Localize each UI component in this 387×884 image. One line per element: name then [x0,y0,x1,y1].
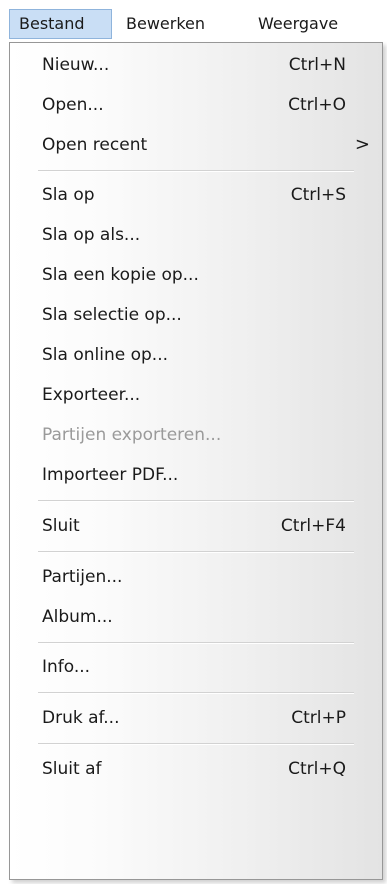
menu-item-import-pdf[interactable]: Importeer PDF... [10,455,382,495]
menu-separator [38,551,354,553]
menu-item-save-online[interactable]: Sla online op... [10,335,382,375]
menu-item-export-games: Partijen exporteren... [10,415,382,455]
menu-item-label: Exporteer... [42,385,141,405]
menu-item-save-selection[interactable]: Sla selectie op... [10,295,382,335]
menubar-bestand[interactable]: Bestand [9,9,112,39]
menu-item-label: Sluit [42,516,80,536]
menu-item-save-copy[interactable]: Sla een kopie op... [10,255,382,295]
menubar-bestand-label: Bestand [19,14,85,33]
menu-item-info[interactable]: Info... [10,647,382,687]
menu-separator [38,642,354,644]
menu-bar: Bestand Bewerken Weergave [0,0,387,42]
menu-item-label: Sla op als... [42,225,141,245]
menu-item-shortcut: Ctrl+S [290,185,346,205]
menubar-bewerken[interactable]: Bewerken [126,9,246,39]
menu-item-new[interactable]: Nieuw... Ctrl+N [10,45,382,85]
menu-item-label: Sluit af [42,759,102,779]
menu-item-shortcut: Ctrl+O [288,95,346,115]
menu-item-label: Sla selectie op... [42,305,182,325]
menubar-bewerken-label: Bewerken [126,14,206,33]
menu-item-label: Sla online op... [42,345,168,365]
menu-item-open-recent[interactable]: Open recent > [10,125,382,165]
menu-item-label: Open recent [42,135,148,155]
menu-item-open[interactable]: Open... Ctrl+O [10,85,382,125]
menu-item-label: Importeer PDF... [42,465,179,485]
menubar-weergave[interactable]: Weergave [258,9,387,39]
menu-item-shortcut: Ctrl+N [288,55,346,75]
menu-item-print[interactable]: Druk af... Ctrl+P [10,698,382,738]
menu-separator [38,500,354,502]
menu-item-games[interactable]: Partijen... [10,557,382,597]
menu-separator [38,170,354,172]
menu-item-label: Sla op [42,185,95,205]
menu-item-save[interactable]: Sla op Ctrl+S [10,175,382,215]
submenu-arrow-icon: > [354,134,370,155]
menu-item-label: Nieuw... [42,55,110,75]
menu-item-label: Album... [42,607,113,627]
menu-item-label: Sla een kopie op... [42,265,199,285]
menu-item-label: Open... [42,95,104,115]
menu-item-close[interactable]: Sluit Ctrl+F4 [10,506,382,546]
file-menu-dropdown: Nieuw... Ctrl+N Open... Ctrl+O Open rece… [9,42,383,880]
menu-separator [38,692,354,694]
menubar-weergave-label: Weergave [258,14,339,33]
menu-item-save-as[interactable]: Sla op als... [10,215,382,255]
menu-item-label: Info... [42,657,91,677]
menu-item-label: Druk af... [42,708,120,728]
menu-item-export[interactable]: Exporteer... [10,375,382,415]
menu-item-label: Partijen exporteren... [42,425,222,445]
menu-item-album[interactable]: Album... [10,597,382,637]
menu-separator [38,743,354,745]
menu-item-shortcut: Ctrl+F4 [280,516,346,536]
menu-item-quit[interactable]: Sluit af Ctrl+Q [10,749,382,789]
menu-item-shortcut: Ctrl+Q [288,759,346,779]
menu-item-label: Partijen... [42,567,123,587]
menu-item-shortcut: Ctrl+P [291,708,346,728]
